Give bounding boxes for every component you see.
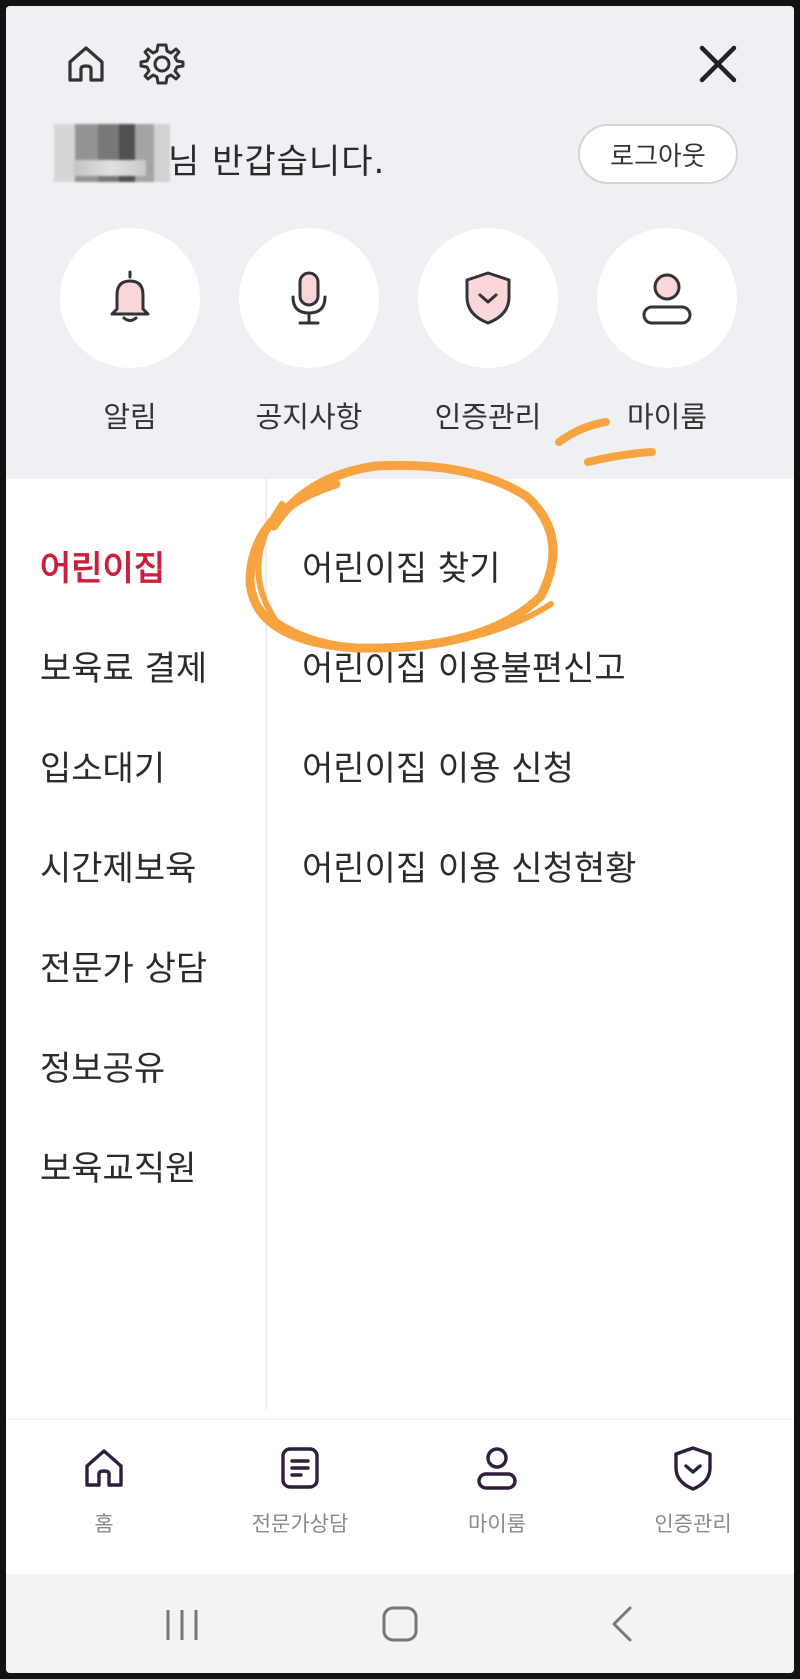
microphone-icon (291, 271, 327, 325)
submenu-report-inconvenience[interactable]: 어린이집 이용불편신고 (302, 641, 626, 690)
nav-label: 전문가상담 (251, 1512, 349, 1536)
home-button-icon[interactable] (378, 1602, 422, 1646)
quick-link-alerts[interactable]: 알림 (60, 228, 200, 436)
category-expert-consult[interactable]: 전문가 상담 (40, 941, 207, 990)
recents-icon[interactable] (160, 1602, 204, 1646)
document-icon (281, 1447, 319, 1489)
person-icon (642, 273, 692, 325)
quick-link-label: 인증관리 (434, 400, 542, 434)
person-icon (477, 1447, 517, 1490)
bottom-nav: 홈 전문가상담 마이룸 인증관리 (6, 1419, 794, 1575)
username-blurred (54, 124, 170, 182)
quick-link-label: 공지사항 (255, 400, 363, 434)
quick-link-auth[interactable]: 인증관리 (418, 228, 558, 436)
greeting-text: 님 반갑습니다. (168, 142, 386, 182)
nav-auth[interactable]: 인증관리 (613, 1442, 773, 1538)
category-admission-wait[interactable]: 입소대기 (40, 741, 165, 790)
nav-home[interactable]: 홈 (24, 1442, 184, 1538)
quick-link-label: 마이룸 (626, 400, 708, 434)
quick-link-label: 알림 (103, 400, 157, 434)
home-icon[interactable] (62, 40, 110, 88)
nav-label: 인증관리 (654, 1512, 732, 1536)
nav-myroom[interactable]: 마이룸 (417, 1442, 577, 1538)
nav-label: 마이룸 (468, 1512, 526, 1536)
submenu-application-status[interactable]: 어린이집 이용 신청현황 (302, 841, 636, 890)
nav-expert-consult[interactable]: 전문가상담 (220, 1442, 380, 1538)
nav-label: 홈 (94, 1512, 114, 1536)
category-hourly-care[interactable]: 시간제보육 (40, 841, 196, 890)
submenu-apply-use[interactable]: 어린이집 이용 신청 (302, 741, 574, 790)
category-daycare[interactable]: 어린이집 (40, 541, 165, 590)
back-icon[interactable] (600, 1602, 644, 1646)
menu-header: 님 반갑습니다. 로그아웃 알림 공지사항 인증관리 마이룸 (6, 6, 794, 479)
category-menu: 어린이집 보육료 결제 입소대기 시간제보육 전문가 상담 정보공유 보육교직원 (6, 479, 264, 1409)
category-staff[interactable]: 보육교직원 (40, 1141, 196, 1190)
logout-button[interactable]: 로그아웃 (578, 124, 738, 184)
close-icon[interactable] (696, 42, 740, 86)
system-nav-bar (6, 1574, 794, 1673)
gear-icon[interactable] (138, 40, 186, 88)
quick-link-myroom[interactable]: 마이룸 (597, 228, 737, 436)
category-childcare-payment[interactable]: 보육료 결제 (40, 641, 207, 690)
submenu-find-daycare[interactable]: 어린이집 찾기 (302, 541, 501, 590)
menu-screen: 님 반갑습니다. 로그아웃 알림 공지사항 인증관리 마이룸 어린이집 보육료 … (6, 6, 794, 1673)
shield-icon (465, 271, 511, 325)
bell-icon (110, 270, 150, 322)
menu-divider (265, 479, 267, 1409)
shield-icon (674, 1446, 712, 1491)
home-icon (85, 1449, 123, 1487)
quick-link-notices[interactable]: 공지사항 (239, 228, 379, 436)
category-info-share[interactable]: 정보공유 (40, 1041, 165, 1090)
